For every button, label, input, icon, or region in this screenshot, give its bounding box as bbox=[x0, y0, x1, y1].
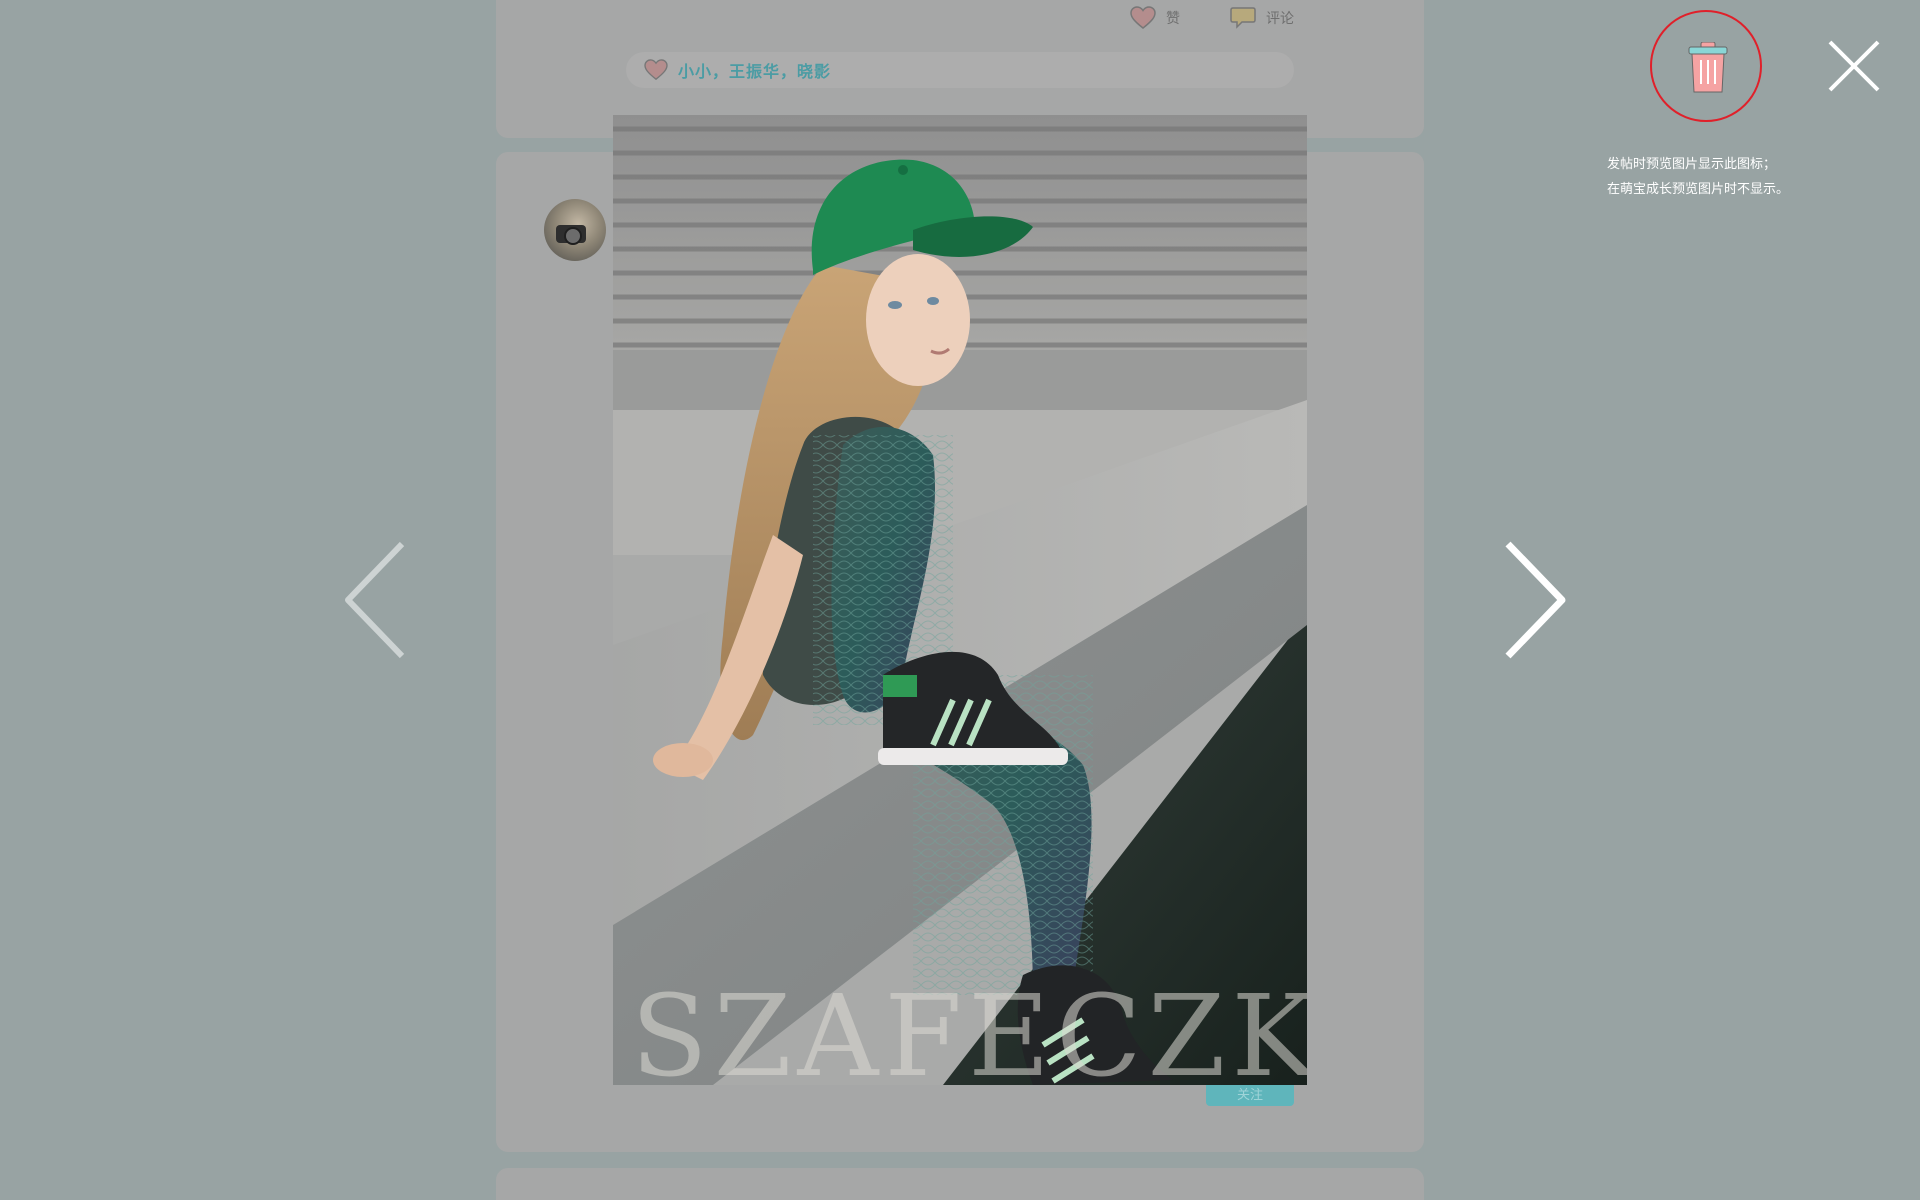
comment-label: 评论 bbox=[1266, 11, 1294, 27]
photo-watermark: SZAFECZKA bbox=[631, 972, 1307, 1085]
chevron-left-icon bbox=[345, 541, 405, 659]
likers-names[interactable]: 小小，王振华，晓影 bbox=[678, 58, 831, 82]
heart-icon bbox=[1130, 6, 1156, 29]
like-label: 赞 bbox=[1166, 11, 1180, 27]
delete-image-button[interactable] bbox=[1650, 10, 1762, 122]
annotation-line-2: 在萌宝成长预览图片时不显示。 bbox=[1607, 182, 1790, 197]
like-action[interactable]: 赞 bbox=[1130, 6, 1180, 30]
post-card-next bbox=[496, 1168, 1424, 1200]
likers-bar: 小小，王振华，晓影 bbox=[626, 52, 1294, 88]
trash-icon bbox=[1688, 42, 1728, 93]
avatar[interactable] bbox=[544, 199, 606, 261]
close-viewer-button[interactable] bbox=[1826, 38, 1882, 94]
heart-icon bbox=[644, 59, 668, 81]
preview-photo[interactable]: SZAFECZKA bbox=[613, 115, 1307, 1085]
annotation-line-1: 发帖时预览图片显示此图标； bbox=[1607, 157, 1777, 172]
annotation-note: 发帖时预览图片显示此图标； 在萌宝成长预览图片时不显示。 bbox=[1607, 152, 1789, 202]
chevron-right-icon bbox=[1505, 541, 1566, 659]
next-image-button[interactable] bbox=[1500, 540, 1570, 660]
comment-action[interactable]: 评论 bbox=[1230, 6, 1294, 30]
comment-bubble-icon bbox=[1230, 7, 1256, 29]
close-icon bbox=[1828, 40, 1880, 92]
previous-image-button[interactable] bbox=[340, 540, 410, 660]
